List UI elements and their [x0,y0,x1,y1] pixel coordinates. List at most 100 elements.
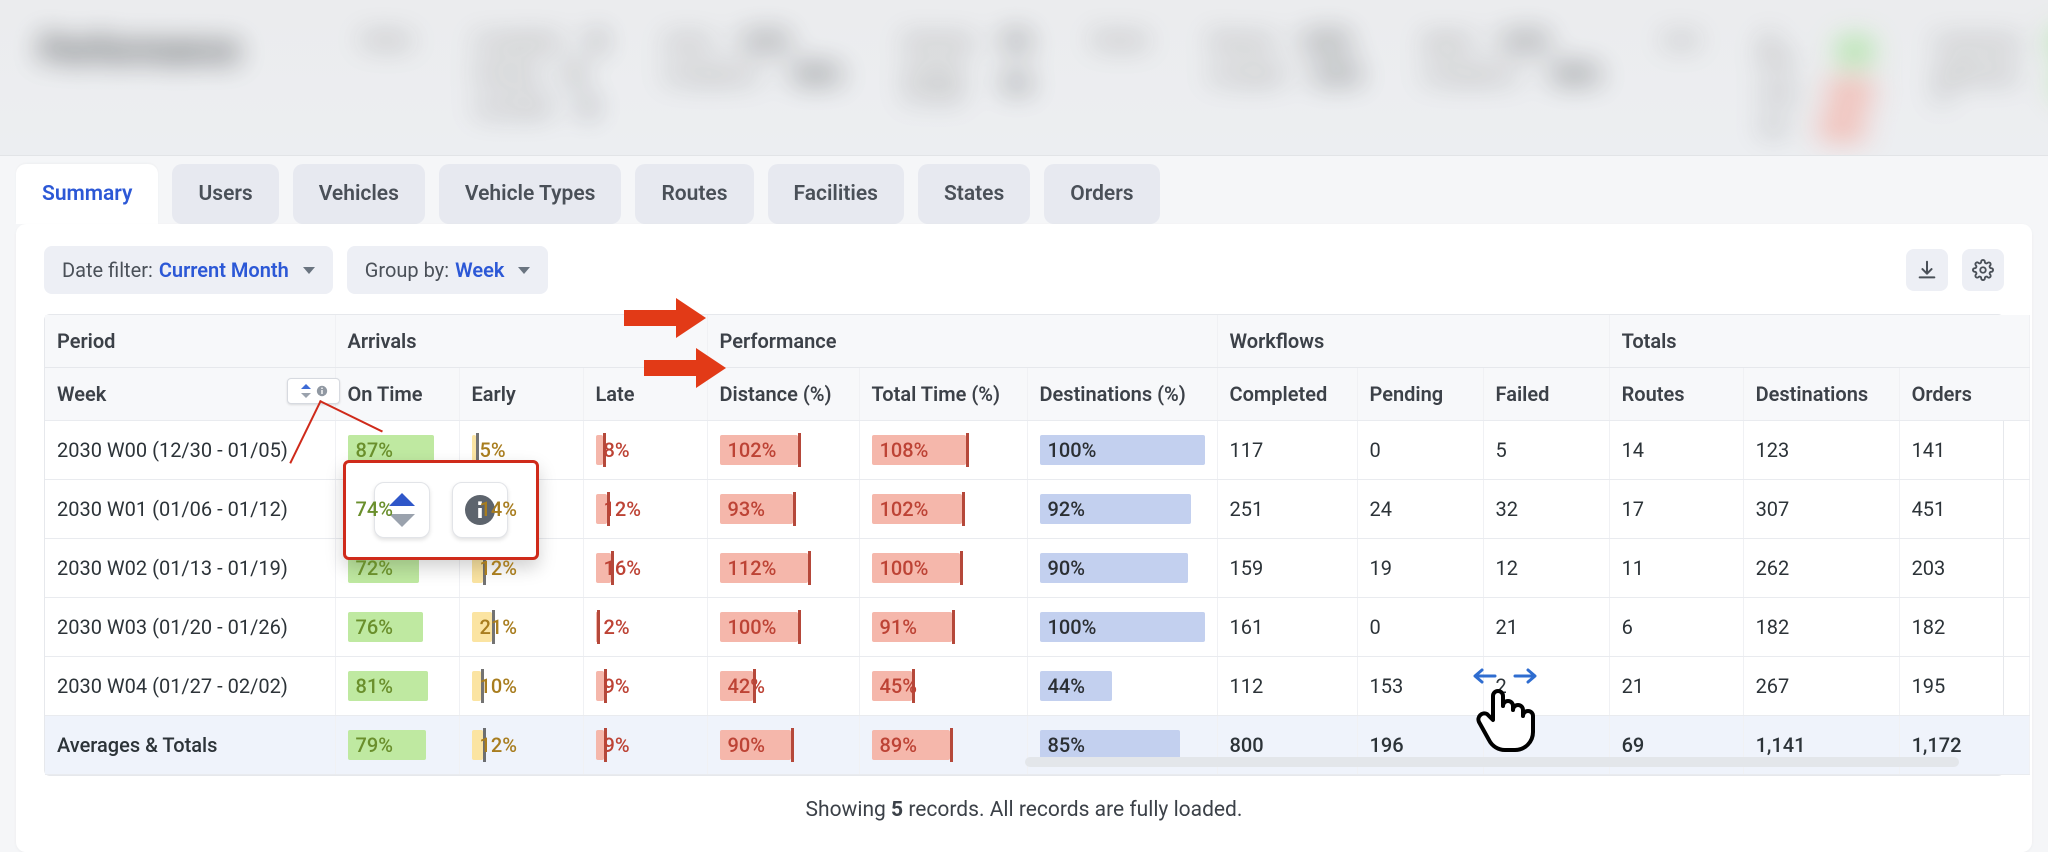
table-row: 2030 W01 (01/06 - 01/12)74%14%12%93%102%… [45,480,2029,539]
settings-button[interactable] [1962,249,2004,291]
table-cell: 45% [859,657,1027,716]
tab-states[interactable]: States [918,164,1030,224]
table-cell: 2030 W00 (12/30 - 01/05) [45,421,335,480]
table-cell: 19 [1357,539,1483,598]
table-cell: 21 [1483,598,1609,657]
table-cell: 153 [1357,657,1483,716]
col-destinations[interactable]: Destinations [1743,368,1899,421]
table-cell: 9% [583,657,707,716]
table-cell: 100% [859,539,1027,598]
table-cell: 72% [335,539,459,598]
table-cell: 2030 W04 (01/27 - 02/02) [45,657,335,716]
table-cell: 451 [1899,480,2029,539]
tab-facilities[interactable]: Facilities [768,164,904,224]
table-cell: 108% [859,421,1027,480]
table-row: 2030 W04 (01/27 - 02/02)81%10%9%42%45%44… [45,657,2029,716]
col-distance[interactable]: Distance (%) [707,368,859,421]
col-early[interactable]: Early [459,368,583,421]
chevron-down-icon [518,267,530,274]
colgroup-workflows[interactable]: Workflows [1217,315,1609,368]
col-week[interactable]: Week [45,368,335,421]
table-cell: 2% [583,598,707,657]
table-cell: 90% [707,716,859,775]
table-cell: 195 [1899,657,2029,716]
date-filter-value: Current Month [159,258,289,282]
table-cell: 2030 W02 (01/13 - 01/19) [45,539,335,598]
table-cell: 5% [459,421,583,480]
date-filter-chip[interactable]: Date filter: Current Month [44,246,333,294]
horizontal-scrollbar[interactable] [1025,757,1959,767]
table-cell: 12 [1483,539,1609,598]
table-cell: 21 [1609,657,1743,716]
chevron-down-icon [303,267,315,274]
table-cell: 2 [1483,657,1609,716]
table-row: 2030 W02 (01/13 - 01/19)72%12%16%112%100… [45,539,2029,598]
tab-orders[interactable]: Orders [1044,164,1159,224]
table-cell: 112 [1217,657,1357,716]
tab-routes[interactable]: Routes [635,164,753,224]
col-on-time[interactable]: On Time [335,368,459,421]
table-cell: 112% [707,539,859,598]
tab-users[interactable]: Users [172,164,278,224]
table-cell: 182 [1899,598,2029,657]
table-cell: 100% [1027,421,1217,480]
table-cell: 91% [859,598,1027,657]
col-routes[interactable]: Routes [1609,368,1743,421]
table-cell: 14% [459,480,583,539]
table-cell: 12% [459,539,583,598]
table-cell: 90% [1027,539,1217,598]
table-cell: 11 [1609,539,1743,598]
table-cell: 79% [335,716,459,775]
table-cell: 9% [583,716,707,775]
table-cell: 267 [1743,657,1899,716]
group-by-chip[interactable]: Group by: Week [347,246,549,294]
table-cell: 12% [459,716,583,775]
table-cell: 74% [335,480,459,539]
table-row: 2030 W03 (01/20 - 01/26)76%21%2%100%91%1… [45,598,2029,657]
table-cell: 102% [707,421,859,480]
table-cell: 307 [1743,480,1899,539]
col-late[interactable]: Late [583,368,707,421]
table-cell: 100% [707,598,859,657]
table-cell: 182 [1743,598,1899,657]
tab-vehicle-types[interactable]: Vehicle Types [439,164,622,224]
tab-vehicles[interactable]: Vehicles [293,164,425,224]
table-cell: 100% [1027,598,1217,657]
tab-summary[interactable]: Summary [16,164,158,224]
table-cell: 44% [1027,657,1217,716]
table-cell: 251 [1217,480,1357,539]
colgroup-arrivals[interactable]: Arrivals [335,315,707,368]
table-cell: 81% [335,657,459,716]
download-button[interactable] [1906,249,1948,291]
colgroup-period[interactable]: Period [45,315,335,368]
table-cell: 203 [1899,539,2029,598]
table-cell: 117 [1217,421,1357,480]
table-cell: 42% [707,657,859,716]
table-cell: 0 [1357,421,1483,480]
table-cell: 21% [459,598,583,657]
table-cell: 93% [707,480,859,539]
col-total-time[interactable]: Total Time (%) [859,368,1027,421]
records-footer: Showing 5 records. All records are fully… [16,776,2032,852]
table-cell: 5 [1483,421,1609,480]
table-cell: Averages & Totals [45,716,335,775]
colgroup-totals[interactable]: Totals [1609,315,2029,368]
col-orders[interactable]: Orders [1899,368,2029,421]
col-failed[interactable]: Failed [1483,368,1609,421]
table-cell: 87% [335,421,459,480]
col-destinations-pct[interactable]: Destinations (%) [1027,368,1217,421]
table-cell: 123 [1743,421,1899,480]
group-by-label: Group by: [365,258,449,282]
date-filter-label: Date filter: [62,258,153,282]
table-cell: 10% [459,657,583,716]
col-pending[interactable]: Pending [1357,368,1483,421]
group-by-value: Week [455,258,504,282]
blurred-dashboard-header: Performance Orders Completed0 Pending0 C… [0,0,2048,156]
table-cell: 89% [859,716,1027,775]
table-cell: 6 [1609,598,1743,657]
table-row: 2030 W00 (12/30 - 01/05)87%5%8%102%108%1… [45,421,2029,480]
table-cell: 12% [583,480,707,539]
col-completed[interactable]: Completed [1217,368,1357,421]
download-icon [1916,259,1938,281]
colgroup-performance[interactable]: Performance [707,315,1217,368]
